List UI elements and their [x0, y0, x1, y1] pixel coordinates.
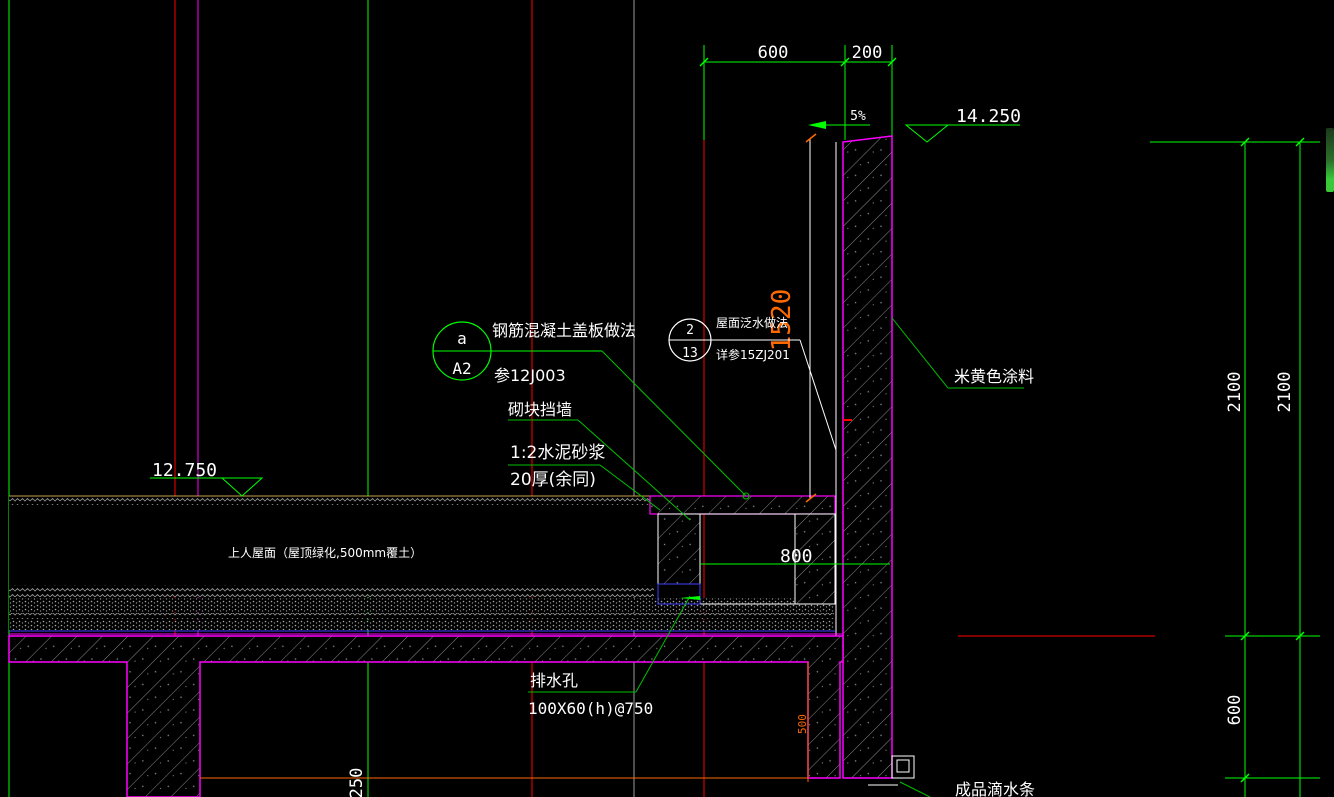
callout-flashing-bottom: 13	[682, 346, 698, 361]
dimension-500: 500	[796, 662, 809, 782]
drip-label: 成品滴水条	[955, 780, 1035, 797]
flashing-label: 屋面泛水做法	[716, 315, 788, 330]
elevation-12750: 12.750	[152, 460, 217, 481]
cad-drawing-canvas[interactable]: 600 200 5% 14.250 800 12.750 上人屋面（屋顶绿化,5…	[0, 0, 1334, 797]
dimension-right: 2100 2100 600	[1150, 137, 1320, 797]
mortar-thick-label: 20厚(余同)	[510, 470, 596, 490]
callout-a-top: a	[457, 329, 467, 348]
callout-a-bottom: A2	[452, 359, 471, 378]
dim-800: 800	[780, 546, 813, 567]
parapet-wall	[835, 135, 893, 779]
dim-500: 500	[796, 714, 809, 734]
block-wall-label: 砌块挡墙	[508, 400, 572, 419]
roof-slab	[8, 635, 844, 797]
dim-250: 250	[347, 768, 367, 797]
roof-use-label: 上人屋面（屋顶绿化,500mm覆土）	[228, 545, 422, 560]
slope-indicator: 5%	[808, 109, 870, 129]
dim-600-right: 600	[1225, 695, 1245, 726]
flashing-ref-label: 详参15ZJ201	[716, 347, 790, 362]
concrete-cover-label: 钢筋混凝土盖板做法	[492, 321, 636, 340]
drain-label: 排水孔	[530, 671, 578, 690]
mortar-label: 1:2水泥砂浆	[510, 443, 605, 463]
elevation-14250: 14.250	[956, 106, 1021, 127]
dim-2100-a: 2100	[1225, 372, 1245, 413]
vertical-scrollbar[interactable]	[1326, 128, 1334, 192]
slope-label: 5%	[850, 109, 866, 124]
concrete-ref-label: 参12J003	[494, 366, 566, 385]
dim-200: 200	[852, 43, 883, 63]
elevation-roof: 12.750	[150, 460, 264, 497]
dim-2100-b: 2100	[1275, 372, 1295, 413]
callout-flashing-top: 2	[686, 323, 694, 338]
callout-flashing[interactable]: 2 13	[668, 318, 837, 451]
drain-spec-label: 100X60(h)@750	[528, 699, 653, 718]
dim-600: 600	[758, 43, 789, 63]
elevation-top: 14.250	[904, 106, 1021, 143]
coating-label: 米黄色涂料	[954, 367, 1034, 386]
soil-layer	[9, 495, 843, 635]
